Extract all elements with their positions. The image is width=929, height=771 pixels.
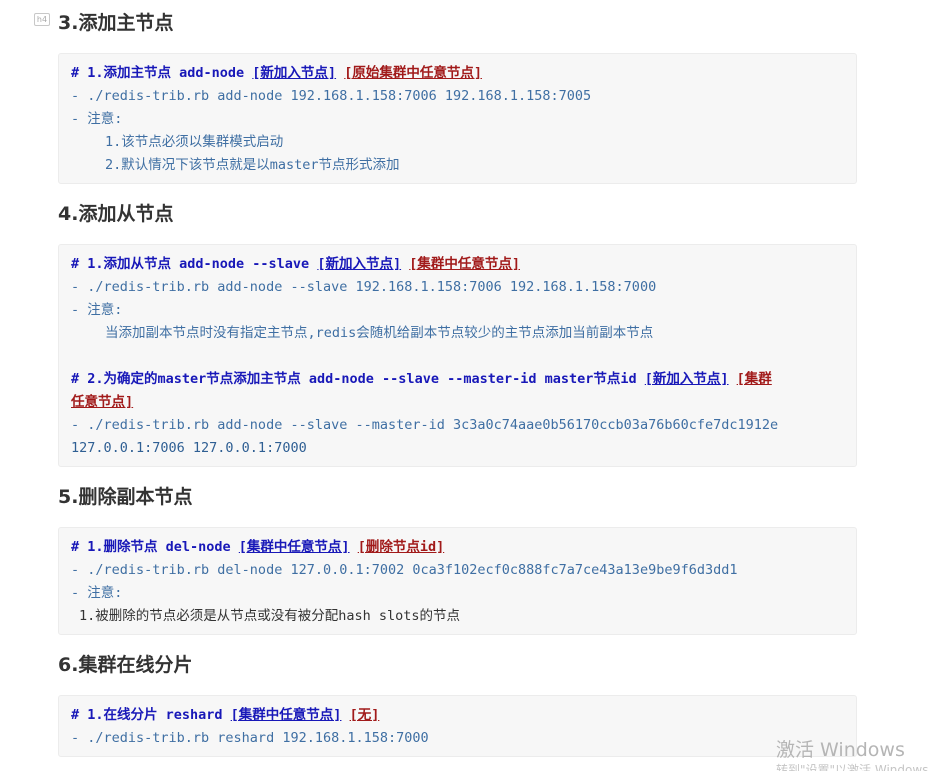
comment-text: # 1.在线分片 reshard (71, 707, 231, 723)
existing-node-arg: [原始集群中任意节点] (344, 65, 482, 81)
code-line: - ./redis-trib.rb add-node --slave --mas… (71, 417, 779, 433)
code-comment: # 1.添加从节点 add-node --slave [新加入节点] [集群中任… (71, 253, 844, 276)
section-title-add-master: 3.添加主节点 (58, 12, 174, 34)
code-line: - 注意: (71, 111, 123, 127)
code-block-reshard: # 1.在线分片 reshard [集群中任意节点] [无] - ./redis… (58, 695, 857, 757)
cluster-node-arg: [集群中任意节点] (238, 539, 350, 555)
code-comment: # 1.删除节点 del-node [集群中任意节点] [删除节点id] (71, 536, 844, 559)
comment-space (350, 539, 358, 555)
code-line: 1.被删除的节点必须是从节点或没有被分配hash slots的节点 (79, 608, 461, 624)
code-block-delete-replica: # 1.删除节点 del-node [集群中任意节点] [删除节点id] - .… (58, 527, 857, 635)
code-comment: # 1.添加主节点 add-node [新加入节点] [原始集群中任意节点] (71, 62, 844, 85)
code-line: - ./redis-trib.rb add-node 192.168.1.158… (71, 88, 592, 104)
code-line: - 注意: (71, 585, 123, 601)
new-node-arg: [新加入节点] (317, 256, 402, 272)
comment-text: # 2.为确定的master节点添加主节点 add-node --slave -… (71, 371, 645, 387)
none-arg: [无] (349, 707, 380, 723)
comment-space (341, 707, 349, 723)
code-line: - 注意: (71, 302, 123, 318)
existing-node-arg: [集群 (736, 371, 772, 387)
code-block-add-slave: # 1.添加从节点 add-node --slave [新加入节点] [集群中任… (58, 244, 857, 467)
windows-activation-watermark: 激活 Windows (776, 739, 905, 761)
comment-space (729, 371, 737, 387)
section-title-reshard: 6.集群在线分片 (58, 654, 193, 676)
code-line: 2.默认情况下该节点就是以master节点形式添加 (105, 157, 400, 173)
code-line: - ./redis-trib.rb add-node --slave 192.1… (71, 279, 657, 295)
code-comment: # 2.为确定的master节点添加主节点 add-node --slave -… (71, 368, 844, 391)
comment-text: # 1.删除节点 del-node (71, 539, 239, 555)
code-comment-wrap: 任意节点] (71, 391, 844, 414)
windows-activation-subtitle: 转到"设置"以激活 Windows。 (776, 763, 929, 771)
new-node-arg: [新加入节点] (252, 65, 337, 81)
code-line: - ./redis-trib.rb reshard 192.168.1.158:… (71, 730, 429, 746)
code-line: 1.该节点必须以集群模式启动 (105, 134, 284, 150)
section-title-delete-replica: 5.删除副本节点 (58, 486, 193, 508)
comment-space (336, 65, 344, 81)
section-title-add-slave: 4.添加从节点 (58, 203, 174, 225)
comment-space (401, 256, 409, 272)
existing-node-arg-cont: 任意节点] (71, 394, 134, 410)
cluster-node-arg: [集群中任意节点] (230, 707, 342, 723)
code-line-wrap: 127.0.0.1:7006 127.0.0.1:7000 (71, 440, 307, 456)
code-line: 当添加副本节点时没有指定主节点,redis会随机给副本节点较少的主节点添加当前副… (105, 325, 654, 341)
code-block-add-master: # 1.添加主节点 add-node [新加入节点] [原始集群中任意节点] -… (58, 53, 857, 184)
existing-node-arg: [集群中任意节点] (409, 256, 520, 272)
code-comment: # 1.在线分片 reshard [集群中任意节点] [无] (71, 704, 844, 727)
heading-level-icon: h4 (34, 13, 50, 26)
comment-text: # 1.添加从节点 add-node --slave (71, 256, 318, 272)
code-line: - ./redis-trib.rb del-node 127.0.0.1:700… (71, 562, 738, 578)
new-node-arg: [新加入节点] (644, 371, 729, 387)
comment-text: # 1.添加主节点 add-node (71, 65, 253, 81)
node-id-arg: [删除节点id] (357, 539, 445, 555)
